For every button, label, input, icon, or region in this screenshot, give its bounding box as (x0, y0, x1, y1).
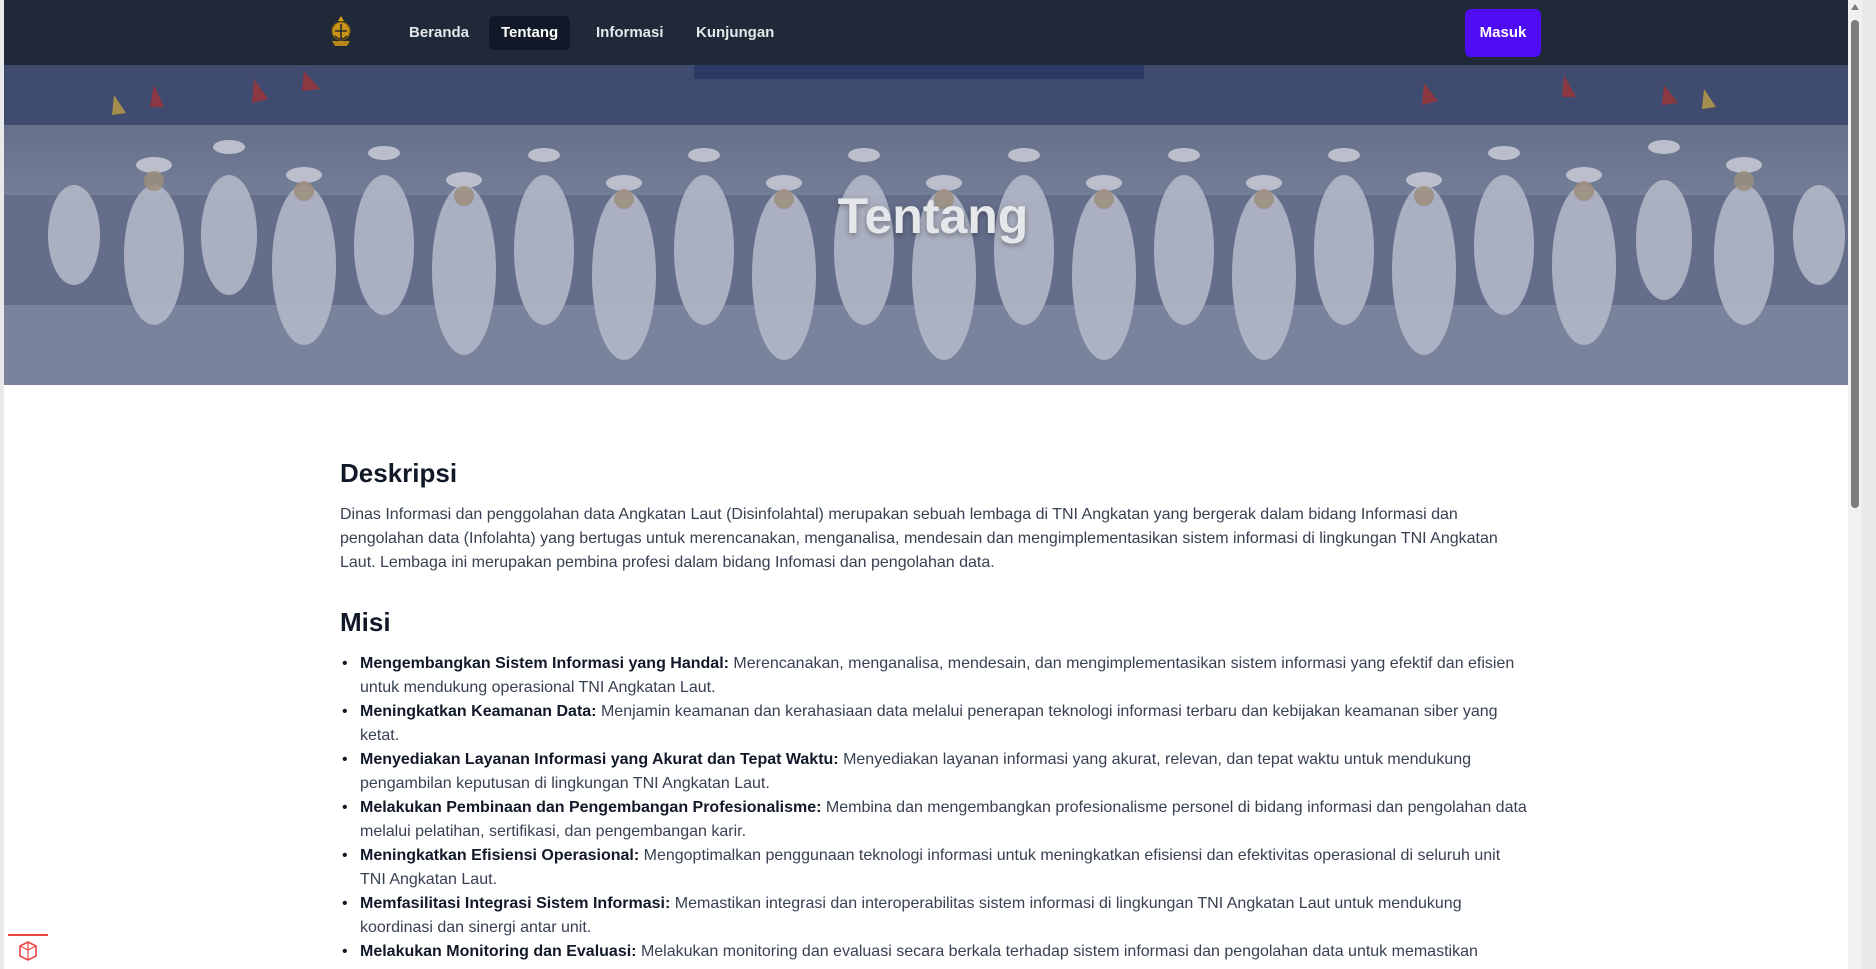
misi-item: Melakukan Pembinaan dan Pengembangan Pro… (340, 796, 1530, 844)
laravel-icon (19, 941, 37, 961)
scrollbar-thumb[interactable] (1851, 20, 1859, 508)
misi-item-title: Melakukan Pembinaan dan Pengembangan Pro… (360, 799, 822, 816)
login-button[interactable]: Masuk (1465, 9, 1541, 57)
nav-informasi[interactable]: Informasi (584, 16, 676, 50)
navy-emblem-icon[interactable] (326, 14, 356, 48)
misi-item: Meningkatkan Efisiensi Operasional: Meng… (340, 844, 1530, 892)
nav-kunjungan[interactable]: Kunjungan (684, 16, 786, 50)
misi-item: Melakukan Monitoring dan Evaluasi: Melak… (340, 940, 1530, 964)
page-title: Tentang (837, 188, 1029, 244)
deskripsi-heading: Deskripsi (340, 458, 458, 488)
page-scrollbar[interactable] (1848, 0, 1862, 969)
browser-viewport: Beranda Tentang Informasi Kunjungan Masu… (4, 0, 1862, 969)
misi-item-text: Melakukan monitoring dan evaluasi secara… (636, 943, 1478, 960)
misi-item: Menyediakan Layanan Informasi yang Akura… (340, 748, 1530, 796)
top-navbar: Beranda Tentang Informasi Kunjungan Masu… (4, 0, 1862, 65)
deskripsi-text: Dinas Informasi dan penggolahan data Ang… (340, 506, 1498, 571)
misi-item-title: Melakukan Monitoring dan Evaluasi: (360, 943, 637, 960)
misi-item-title: Meningkatkan Keamanan Data: (360, 703, 597, 720)
misi-item: Memfasilitasi Integrasi Sistem Informasi… (340, 892, 1530, 940)
misi-item-title: Menyediakan Layanan Informasi yang Akura… (360, 751, 839, 768)
debug-badge[interactable] (8, 934, 48, 969)
misi-item-title: Mengembangkan Sistem Informasi yang Hand… (360, 655, 729, 672)
misi-item: Meningkatkan Keamanan Data: Menjamin kea… (340, 700, 1530, 748)
nav-beranda[interactable]: Beranda (397, 16, 481, 50)
misi-item-title: Memfasilitasi Integrasi Sistem Informasi… (360, 895, 671, 912)
scroll-up-arrow-icon[interactable] (1851, 4, 1859, 10)
misi-item-title: Meningkatkan Efisiensi Operasional: (360, 847, 640, 864)
misi-heading: Misi (340, 607, 391, 637)
main-content: Deskripsi Dinas Informasi dan penggolaha… (340, 458, 1530, 964)
hero-banner: Tentang (4, 65, 1862, 385)
misi-item: Mengembangkan Sistem Informasi yang Hand… (340, 652, 1530, 700)
nav-tentang[interactable]: Tentang (489, 16, 571, 50)
misi-list: Mengembangkan Sistem Informasi yang Hand… (340, 652, 1530, 964)
